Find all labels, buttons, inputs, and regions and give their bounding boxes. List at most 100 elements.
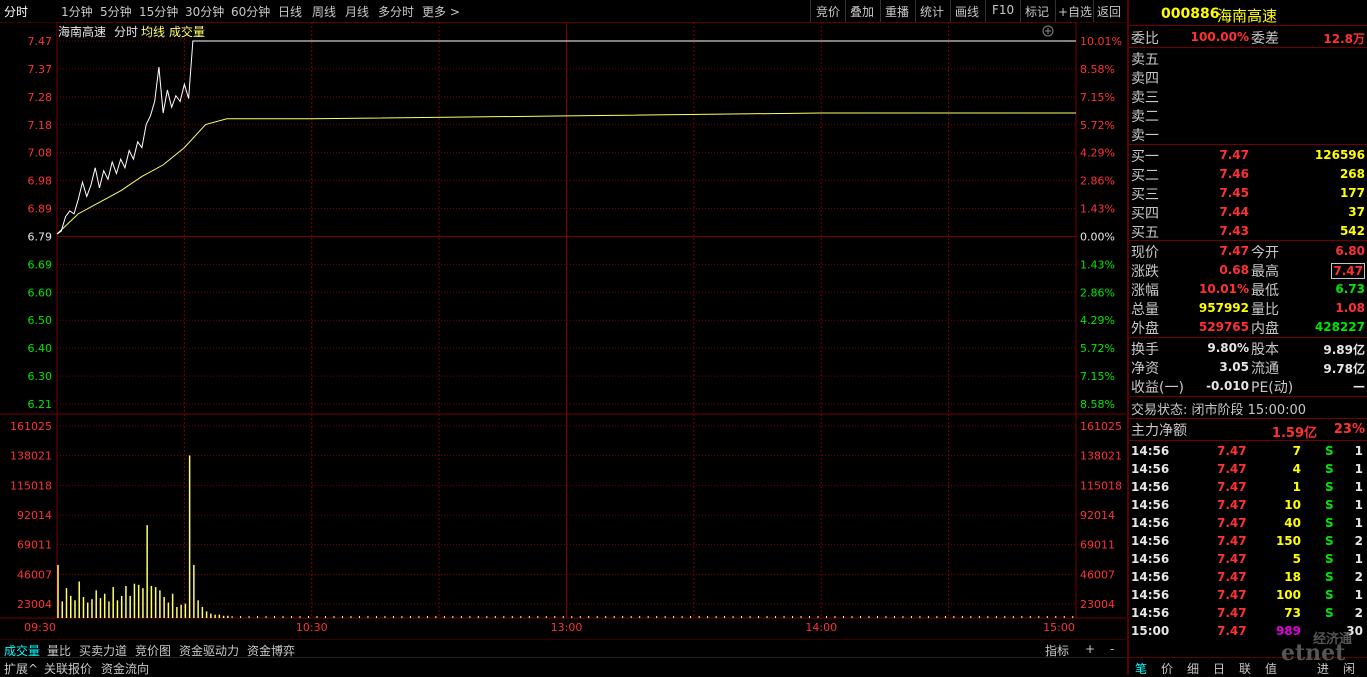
zoom-out-button[interactable]: - (1110, 642, 1114, 656)
main-net-value: 1.59亿 (1271, 426, 1317, 441)
tab-monthly[interactable]: 月线 (345, 3, 369, 20)
pct-tick-label: 2.86% (1080, 175, 1115, 188)
volume-tick-label: 92014 (17, 509, 52, 522)
tab-trades[interactable]: 笔 (1135, 660, 1147, 677)
tab-30min[interactable]: 30分钟 (185, 3, 224, 20)
tab-value[interactable]: 值 (1265, 660, 1277, 677)
divider (1129, 440, 1367, 441)
tick-volume: 18 (1284, 570, 1301, 584)
tab-60min[interactable]: 60分钟 (231, 3, 270, 20)
tick-count: 1 (1354, 516, 1363, 530)
stat-label: 总量 (1131, 302, 1159, 318)
divider (1129, 396, 1367, 397)
tick-side: S (1325, 444, 1334, 458)
pct-tick-label: 1.43% (1080, 258, 1115, 271)
expand-button[interactable]: 扩展^ (4, 660, 38, 677)
tick-count: 2 (1354, 570, 1363, 584)
price-tick-label: 6.60 (28, 286, 53, 299)
buy2-price: 7.46 (1219, 167, 1249, 181)
buy3-label: 买三 (1131, 187, 1159, 203)
replay-button[interactable]: 重播 (885, 3, 909, 20)
tick-row: 14:56 7.47 100 S 1 (1129, 586, 1367, 604)
price-tick-label: 6.21 (28, 398, 53, 411)
pct-tick-label: 1.43% (1080, 203, 1115, 216)
tick-volume: 100 (1275, 588, 1301, 602)
stat-label: 流通 (1251, 361, 1279, 377)
pct-tick-label: 4.29% (1080, 147, 1115, 160)
sell5-label: 卖五 (1131, 52, 1159, 68)
tick-count: 2 (1354, 534, 1363, 548)
price-tick-label: 6.89 (28, 203, 53, 216)
stat-label: 内盘 (1251, 321, 1279, 337)
tab-1min[interactable]: 1分钟 (61, 3, 93, 20)
tick-side: S (1325, 552, 1334, 566)
tab-daily[interactable]: 日线 (278, 3, 302, 20)
price-tick-label: 7.37 (28, 63, 53, 76)
f10-button[interactable]: F10 (992, 3, 1014, 17)
related-quote-tab[interactable]: 关联报价 (44, 660, 92, 677)
stat-label: 净资 (1131, 361, 1159, 377)
tab-linked[interactable]: 联 (1239, 660, 1251, 677)
tick-count: 1 (1354, 588, 1363, 602)
tick-count: 1 (1354, 462, 1363, 476)
intraday-chart[interactable]: 7.47 10.01% 7.37 8.58% 7.28 7.15% 7.18 5.72% 7.0… (0, 22, 1126, 638)
tick-time: 14:56 (1131, 552, 1170, 566)
webi-value: 100.00% (1190, 30, 1249, 44)
more-button[interactable]: 更多 > (422, 3, 460, 20)
buy5-volume: 542 (1339, 224, 1365, 238)
avg-line-legend: 均线 (141, 25, 165, 39)
stat-label: PE(动) (1251, 380, 1294, 396)
price-tick-label: 6.50 (28, 314, 53, 327)
tick-side: S (1325, 498, 1334, 512)
auction-button[interactable]: 竞价 (816, 3, 840, 20)
wecha-label: 委差 (1251, 31, 1279, 47)
stat-value: 0.68 (1219, 263, 1249, 277)
price-tick-label: 6.69 (28, 258, 53, 271)
volume-tick-label: 92014 (1080, 509, 1115, 522)
tick-side: S (1325, 462, 1334, 476)
stat-value: — (1353, 379, 1365, 393)
tick-volume: 4 (1292, 462, 1301, 476)
tick-time: 14:56 (1131, 570, 1170, 584)
main-net-pct: 23% (1333, 422, 1365, 437)
tick-count: 1 (1354, 444, 1363, 458)
price-tick-label: 7.08 (28, 147, 53, 160)
tick-price: 7.47 (1217, 462, 1247, 476)
tab-multi-fenshi[interactable]: 多分时 (378, 3, 414, 20)
tab-fenshi[interactable]: 分时 (4, 3, 28, 20)
stat-label: 现价 (1131, 245, 1159, 261)
extension-bar: 扩展^ 关联报价 资金流向 (0, 657, 1126, 676)
draw-button[interactable]: 画线 (955, 3, 979, 20)
tick-row: 14:56 7.47 40 S 1 (1129, 514, 1367, 532)
tab-day[interactable]: 日 (1213, 660, 1225, 677)
stat-value: 10.01% (1199, 282, 1249, 296)
trade-status: 交易状态: 闭市阶段 15:00:00 (1131, 403, 1307, 418)
back-button[interactable]: 返回 (1097, 3, 1121, 20)
mark-button[interactable]: 标记 (1025, 3, 1049, 20)
divider (1129, 240, 1367, 241)
tab-5min[interactable]: 5分钟 (100, 3, 132, 20)
divider (1129, 337, 1367, 338)
buy3-price: 7.45 (1219, 186, 1249, 200)
add-watchlist-button[interactable]: +自选 (1058, 3, 1092, 20)
stats-button[interactable]: 统计 (920, 3, 944, 20)
tab-price[interactable]: 价 (1161, 660, 1173, 677)
divider (1129, 25, 1367, 26)
zoom-in-button[interactable]: + (1085, 642, 1095, 656)
tab-15min[interactable]: 15分钟 (139, 3, 178, 20)
tick-time: 14:56 (1131, 498, 1170, 512)
tick-row: 14:56 7.47 7 S 1 (1129, 442, 1367, 460)
tab-detail[interactable]: 细 (1187, 660, 1199, 677)
price-tick-label: 6.79 (28, 230, 53, 243)
tab-weekly[interactable]: 周线 (312, 3, 336, 20)
divider (880, 0, 881, 22)
divider (810, 0, 811, 22)
tick-row: 14:56 7.47 1 S 1 (1129, 478, 1367, 496)
tick-side: S (1325, 588, 1334, 602)
fund-flow-tab[interactable]: 资金流向 (101, 660, 149, 677)
overlay-button[interactable]: 叠加 (850, 3, 874, 20)
timeframe-bar: 分时 1分钟 5分钟 15分钟 30分钟 60分钟 日线 周线 月线 多分时 更… (0, 0, 1126, 23)
price-tick-label: 6.98 (28, 175, 53, 188)
stat-value: 6.80 (1335, 244, 1365, 258)
volume-tick-label: 69011 (1080, 539, 1115, 552)
